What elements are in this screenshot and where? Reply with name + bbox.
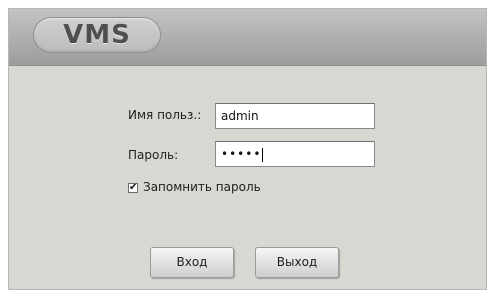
login-window: VMS Имя польз.: Пароль: ••••• ✔ Запомнит… <box>8 8 487 290</box>
login-button[interactable]: Вход <box>150 247 234 278</box>
logo-text: VMS <box>63 20 131 50</box>
vms-logo: VMS <box>33 17 161 53</box>
exit-button[interactable]: Выход <box>255 247 339 278</box>
header-bar: VMS <box>9 9 486 66</box>
password-input[interactable]: ••••• <box>215 141 375 167</box>
remember-label[interactable]: Запомнить пароль <box>143 180 261 194</box>
username-input[interactable] <box>215 103 375 129</box>
text-cursor <box>262 147 264 162</box>
remember-checkbox[interactable]: ✔ <box>128 183 138 193</box>
password-mask: ••••• <box>221 147 262 161</box>
password-label: Пароль: <box>128 148 179 162</box>
username-label: Имя польз.: <box>128 108 202 122</box>
